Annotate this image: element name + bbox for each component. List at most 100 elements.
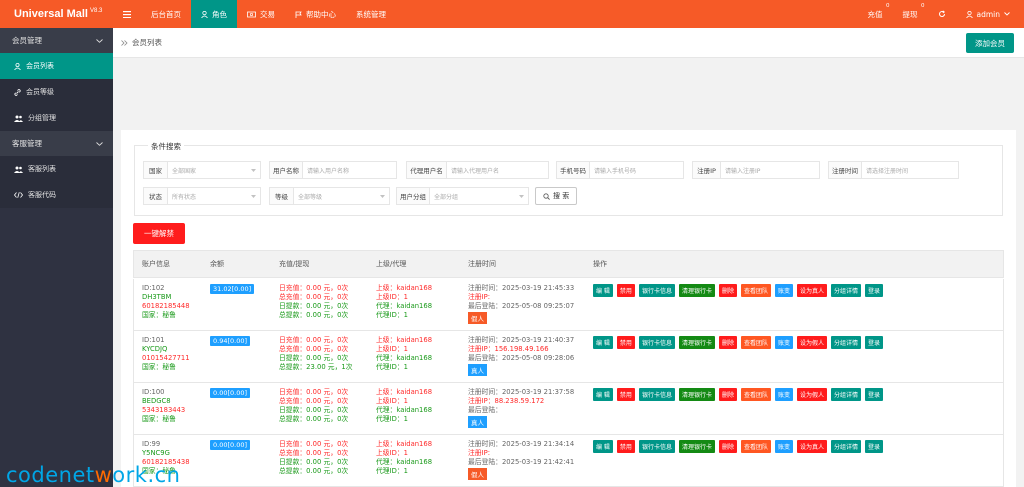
- sidebar-item-group-manage[interactable]: 分组管理: [0, 105, 113, 131]
- ban-button[interactable]: 禁用: [616, 388, 635, 401]
- regtime-cell: 注册时间：2025-03-19 21:37:58 注册IP：88.238.59.…: [468, 388, 574, 428]
- delete-button[interactable]: 删除: [718, 336, 737, 349]
- table-row: ID:102 DH3TBM 60182185448 国家：秘鲁 31.02[0.…: [133, 279, 1004, 331]
- refresh-button[interactable]: [928, 0, 956, 28]
- breadcrumb-current[interactable]: 会员列表: [132, 37, 162, 48]
- group-detail-button[interactable]: 分组详情: [831, 388, 862, 401]
- view-team-button[interactable]: 查看团队: [740, 388, 771, 401]
- balance-change-button[interactable]: 账变: [775, 388, 794, 401]
- ban-button[interactable]: 禁用: [616, 336, 635, 349]
- bank-card-info-button[interactable]: 银行卡信息: [638, 440, 675, 453]
- bank-card-info-button[interactable]: 银行卡信息: [638, 336, 675, 349]
- sidebar-item-label: 客服列表: [28, 165, 56, 173]
- actions-cell: 编 辑禁用 银行卡信息 清理银行卡 删除 查看团队 账变 设为真人 分组详情 登录: [593, 284, 884, 297]
- group-detail-button[interactable]: 分组详情: [831, 284, 862, 297]
- recharge-link[interactable]: 充值 0: [858, 0, 893, 28]
- sidebar-item-member-level[interactable]: 会员等级: [0, 79, 113, 105]
- agent-field[interactable]: 代理用户名 请输入代理用户名: [406, 161, 549, 179]
- bank-card-info-button[interactable]: 银行卡信息: [638, 284, 675, 297]
- parent-line: 上级：kaidan168: [376, 336, 433, 344]
- brand-logo[interactable]: Universal Mall V8.3: [0, 0, 113, 28]
- login-button[interactable]: 登录: [865, 336, 884, 349]
- login-button[interactable]: 登录: [865, 388, 884, 401]
- clear-bank-card-button[interactable]: 清理银行卡: [678, 388, 715, 401]
- clear-bank-card-button[interactable]: 清理银行卡: [678, 336, 715, 349]
- edit-button[interactable]: 编 辑: [593, 440, 613, 453]
- level-select[interactable]: 等级 全部等级: [269, 187, 390, 205]
- set-type-button[interactable]: 设为假人: [797, 388, 828, 401]
- view-team-button[interactable]: 查看团队: [740, 336, 771, 349]
- nav-trade[interactable]: 交易: [237, 0, 285, 28]
- balance-change-button[interactable]: 账变: [775, 440, 794, 453]
- account-name[interactable]: KYCDJQ: [142, 345, 190, 354]
- account-name[interactable]: DH3TBM: [142, 293, 190, 302]
- finance-line: 日提款：0.00 元，0次: [279, 302, 349, 310]
- account-name[interactable]: BEDGC8: [142, 397, 185, 406]
- search-button[interactable]: 搜 索: [535, 187, 578, 205]
- country-value: 全部国家: [172, 167, 197, 175]
- delete-button[interactable]: 删除: [718, 284, 737, 297]
- sidebar-item-member-list[interactable]: 会员列表: [0, 53, 113, 79]
- balance-change-button[interactable]: 账变: [775, 336, 794, 349]
- sidebar-group-service[interactable]: 客服管理: [0, 131, 113, 156]
- view-team-button[interactable]: 查看团队: [740, 440, 771, 453]
- country-select[interactable]: 国家 全部国家: [143, 161, 261, 179]
- add-member-button[interactable]: 添加会员: [966, 33, 1014, 53]
- clear-bank-card-button[interactable]: 清理银行卡: [678, 284, 715, 297]
- regtime-field[interactable]: 注册时间 请选择注册时间: [828, 161, 959, 179]
- delete-button[interactable]: 删除: [718, 388, 737, 401]
- edit-button[interactable]: 编 辑: [593, 388, 613, 401]
- agent-line: 代理ID：1: [376, 467, 408, 475]
- group-select[interactable]: 用户分组 全部分组: [396, 187, 529, 205]
- nav-role[interactable]: 角色: [191, 0, 237, 28]
- withdraw-label: 提现: [902, 9, 918, 19]
- login-button[interactable]: 登录: [865, 440, 884, 453]
- account-name[interactable]: Y5NC9G: [142, 449, 190, 458]
- add-member-label: 添加会员: [975, 38, 1005, 48]
- balance-change-button[interactable]: 账变: [775, 284, 794, 297]
- unban-all-button[interactable]: 一键解禁: [133, 223, 185, 244]
- edit-button[interactable]: 编 辑: [593, 284, 613, 297]
- user-menu[interactable]: admin: [956, 0, 1024, 28]
- nav-home[interactable]: 后台首页: [141, 0, 191, 28]
- level-label: 等级: [270, 188, 294, 204]
- reg-time: 注册时间：2025-03-19 21:37:58: [468, 388, 575, 396]
- recharge-count: 0: [886, 3, 890, 9]
- group-detail-button[interactable]: 分组详情: [831, 440, 862, 453]
- username-field[interactable]: 用户名称 请输入用户名称: [269, 161, 397, 179]
- clear-bank-card-button[interactable]: 清理银行卡: [678, 440, 715, 453]
- group-detail-button[interactable]: 分组详情: [831, 336, 862, 349]
- nav-system[interactable]: 系统管理: [346, 0, 396, 28]
- sidebar-group-members[interactable]: 会员管理: [0, 28, 113, 53]
- view-team-button[interactable]: 查看团队: [740, 284, 771, 297]
- reg-time: 注册时间：2025-03-19 21:34:14: [468, 440, 575, 448]
- search-icon: [543, 192, 550, 200]
- ip-field[interactable]: 注册IP 请输入注册IP: [692, 161, 820, 179]
- ban-button[interactable]: 禁用: [616, 440, 635, 453]
- caret-down-icon: [519, 194, 524, 198]
- edit-button[interactable]: 编 辑: [593, 336, 613, 349]
- reg-ip: 注册IP：88.238.59.172: [468, 397, 545, 405]
- delete-button[interactable]: 删除: [718, 440, 737, 453]
- phone-field[interactable]: 手机号码 请输入手机号码: [556, 161, 684, 179]
- sidebar-item-service-list[interactable]: 客服列表: [0, 156, 113, 182]
- menu-toggle[interactable]: [113, 0, 141, 28]
- agent-placeholder: 请输入代理用户名: [451, 167, 500, 175]
- set-type-button[interactable]: 设为真人: [797, 284, 828, 297]
- login-button[interactable]: 登录: [865, 284, 884, 297]
- withdraw-link[interactable]: 提现 0: [893, 0, 928, 28]
- user-type-badge: 真人: [468, 416, 487, 428]
- search-legend: 条件搜索: [148, 141, 184, 152]
- account-cell: ID:100 BEDGC8 5343183443 国家：秘鲁: [142, 388, 185, 424]
- set-type-button[interactable]: 设为真人: [797, 440, 828, 453]
- bank-card-info-button[interactable]: 银行卡信息: [638, 388, 675, 401]
- group-value: 全部分组: [434, 193, 459, 201]
- status-select[interactable]: 状态 所有状态: [143, 187, 261, 205]
- regtime-placeholder: 请选择注册时间: [866, 167, 909, 175]
- set-type-button[interactable]: 设为假人: [797, 336, 828, 349]
- table-header: 账户信息 余额 充值/提现 上级/代理 注册时间 操作: [133, 250, 1004, 278]
- ban-button[interactable]: 禁用: [616, 284, 635, 297]
- sidebar-item-service-code[interactable]: 客服代码: [0, 182, 113, 208]
- nav-help[interactable]: 帮助中心: [285, 0, 346, 28]
- account-id: ID:99: [142, 440, 161, 448]
